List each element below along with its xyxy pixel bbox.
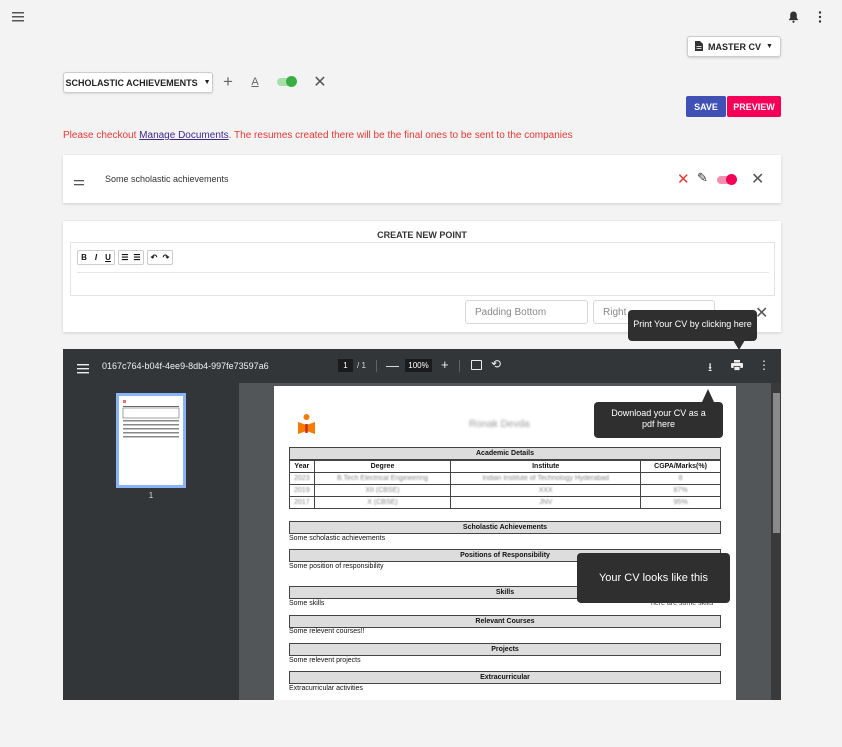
table-cell: 2023 xyxy=(289,472,315,485)
more-vert-icon[interactable]: ⋮ xyxy=(758,358,770,372)
pdf-menu-icon[interactable] xyxy=(77,361,89,374)
table-cell: 95% xyxy=(640,496,721,509)
numbered-list-icon[interactable]: ☰ xyxy=(131,251,143,264)
table-cell: 8 xyxy=(640,472,721,485)
table-header: Institute xyxy=(450,460,642,473)
notice-suffix: . The resumes created there will be the … xyxy=(228,130,573,141)
table-cell: XXX xyxy=(450,484,642,497)
table-cell: JNV xyxy=(450,496,642,509)
cv-section-header: Relevant Courses xyxy=(289,615,721,628)
section-visibility-toggle[interactable] xyxy=(277,76,297,87)
table-header: Degree xyxy=(313,460,452,473)
table-cell: Indian Institute of Technology Hyderabad xyxy=(450,472,642,485)
academic-details-header: Academic Details xyxy=(289,447,721,460)
toolbar-divider xyxy=(376,360,377,372)
italic-button[interactable]: I xyxy=(90,251,102,264)
padding-bottom-input[interactable]: Padding Bottom xyxy=(465,300,588,324)
notification-bell-icon[interactable] xyxy=(786,9,800,25)
print-icon[interactable] xyxy=(731,358,743,371)
chevron-down-icon: ▼ xyxy=(203,79,211,86)
download-icon[interactable]: ⭳ xyxy=(708,358,712,379)
toolbar-divider xyxy=(459,360,460,372)
table-header: CGPA/Marks(%) xyxy=(640,460,721,473)
cv-section-text: Some position of responsibility xyxy=(289,563,384,570)
section-select[interactable]: SCHOLASTIC ACHIEVEMENTS ▼ xyxy=(63,72,213,93)
create-point-title: CREATE NEW POINT xyxy=(377,230,467,240)
pdf-thumbnail-sidebar: 1 xyxy=(63,383,239,700)
fit-page-icon[interactable] xyxy=(471,360,482,370)
rotate-icon[interactable]: ⟲ xyxy=(491,357,501,371)
save-button[interactable]: SAVE xyxy=(686,96,726,117)
cv-section-text: Some relevent courses!! xyxy=(289,628,365,635)
close-icon[interactable]: ✕ xyxy=(751,169,764,189)
undo-icon[interactable]: ↶ xyxy=(148,251,160,264)
download-tooltip: Download your CV as a pdf here xyxy=(594,402,723,438)
drag-handle-icon[interactable] xyxy=(74,173,86,186)
download-tooltip-arrow xyxy=(702,389,714,402)
cv-section-text: Some scholastic achievements xyxy=(289,535,386,542)
menu-icon[interactable] xyxy=(8,9,28,25)
close-icon[interactable]: ✕ xyxy=(313,73,327,91)
cv-section-text: Extracurricular activities xyxy=(289,685,363,692)
cv-section-header: Extracurricular xyxy=(289,671,721,684)
redo-icon[interactable]: ↷ xyxy=(160,251,172,264)
manage-documents-link[interactable]: Manage Documents xyxy=(139,130,229,141)
document-icon xyxy=(695,40,704,53)
more-vert-icon[interactable] xyxy=(814,9,826,25)
delete-point-icon[interactable]: ✕ xyxy=(677,170,690,188)
bold-button[interactable]: B xyxy=(78,251,90,264)
table-cell: 87% xyxy=(640,484,721,497)
pdf-filename: 0167c764-b04f-4ee9-8db4-997fe73597a6 xyxy=(102,361,269,371)
manage-documents-notice: Please checkout Manage Documents. The re… xyxy=(63,130,573,141)
cv-name: Ronak Devda xyxy=(469,419,530,430)
preview-button[interactable]: PREVIEW xyxy=(727,96,781,117)
close-icon[interactable]: ✕ xyxy=(755,303,768,323)
editor-toolbar: B I U ☰ ☰ ↶ ↷ xyxy=(77,250,173,265)
pdf-toolbar: 0167c764-b04f-4ee9-8db4-997fe73597a6 1 /… xyxy=(63,349,781,383)
table-cell: XII (CBSE) xyxy=(313,484,452,497)
zoom-in-icon[interactable]: + xyxy=(441,357,449,372)
table-cell: 2019 xyxy=(289,484,315,497)
section-select-label: SCHOLASTIC ACHIEVEMENTS xyxy=(65,77,198,88)
cv-section-text: Some relevent projects xyxy=(289,657,361,664)
master-cv-dropdown[interactable]: MASTER CV ▼ xyxy=(687,36,781,57)
rich-text-editor[interactable]: B I U ☰ ☰ ↶ ↷ xyxy=(70,242,775,296)
pdf-page-input[interactable]: 1 xyxy=(338,359,353,372)
page-thumbnail[interactable] xyxy=(116,393,186,488)
bullet-list-icon[interactable]: ☰ xyxy=(119,251,131,264)
table-cell: B.Tech Electrical Engineering xyxy=(313,472,452,485)
editor-divider xyxy=(77,272,769,273)
table-row: 2017 X (CBSE) JNV 95% xyxy=(289,496,721,509)
table-row: 2023 B.Tech Electrical Engineering India… xyxy=(289,472,721,485)
point-visibility-toggle[interactable] xyxy=(717,174,737,185)
table-cell: 2017 xyxy=(289,496,315,509)
underline-button[interactable]: U xyxy=(102,251,114,264)
master-cv-label: MASTER CV xyxy=(708,41,762,52)
chevron-down-icon: ▼ xyxy=(766,43,773,50)
page-thumbnail-label: 1 xyxy=(148,491,154,500)
academic-table: Year Degree Institute CGPA/Marks(%) 2023… xyxy=(289,460,721,509)
pdf-zoom-input[interactable]: 100% xyxy=(405,359,432,372)
print-tooltip: Print Your CV by clicking here xyxy=(628,310,757,341)
cv-section-header: Scholastic Achievements xyxy=(289,521,721,534)
text-format-icon[interactable]: A xyxy=(248,73,262,91)
notice-prefix: Please checkout xyxy=(63,130,140,141)
table-cell: X (CBSE) xyxy=(313,496,452,509)
institute-logo xyxy=(295,413,318,435)
pdf-page-total: / 1 xyxy=(357,361,366,370)
table-row: 2019 XII (CBSE) XXX 87% xyxy=(289,484,721,497)
edit-icon[interactable]: ✎ xyxy=(697,170,708,186)
point-text: Some scholastic achievements xyxy=(105,174,229,184)
cv-section-text: Some skills xyxy=(289,600,325,607)
add-icon[interactable]: + xyxy=(220,72,236,91)
pdf-scrollbar-thumb[interactable] xyxy=(773,393,780,533)
cv-section-header: Projects xyxy=(289,643,721,656)
table-header: Year xyxy=(289,460,315,473)
zoom-out-icon[interactable]: — xyxy=(386,358,399,373)
cv-preview-tooltip: Your CV looks like this xyxy=(577,553,730,603)
print-tooltip-arrow xyxy=(733,340,745,350)
point-card: Some scholastic achievements ✕ ✎ ✕ xyxy=(63,155,781,203)
